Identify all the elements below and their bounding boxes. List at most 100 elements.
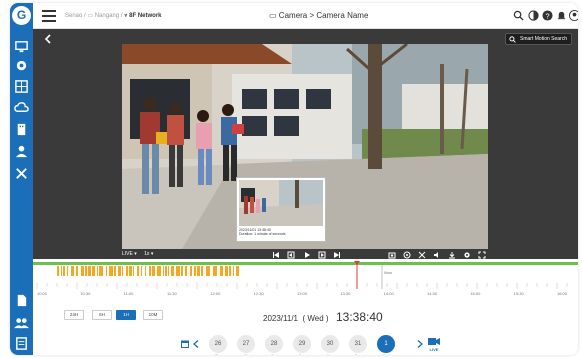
range-button-10m[interactable]: 10M (143, 310, 163, 320)
breadcrumb-separator: / (84, 13, 86, 19)
report-icon[interactable] (14, 336, 29, 351)
date-item[interactable]: 1 (377, 335, 395, 353)
date-item[interactable]: 29 (293, 335, 311, 353)
date-item[interactable]: 28 (265, 335, 283, 353)
breadcrumb-folder[interactable]: Nangang (95, 13, 119, 19)
smart-motion-search-button[interactable]: Smart Motion Search (505, 33, 572, 45)
recording-timeline[interactable]: Now 10:00 10:30 11:00 11:30 12:00 12:30 13:00 1… (33, 259, 578, 301)
document-icon[interactable] (14, 293, 29, 308)
date-weekday-label: Wed (377, 354, 395, 355)
timeline-time-label: 15:00 (470, 291, 481, 296)
event-preview-popup[interactable]: 2023/11/01 13:38:40 Duration: 1 minute o… (236, 177, 326, 242)
account-icon[interactable] (569, 10, 578, 21)
theme-toggle-icon[interactable] (528, 10, 539, 21)
recording-segment (168, 266, 169, 276)
recording-segment (206, 266, 210, 276)
recording-segment (137, 266, 139, 276)
recording-segment (171, 266, 174, 276)
title-section: Camera (278, 11, 308, 20)
grid-view-icon[interactable] (14, 79, 29, 94)
fullscreen-icon[interactable] (478, 251, 486, 259)
app-logo[interactable]: G (12, 6, 31, 25)
menu-icon[interactable] (42, 10, 56, 22)
recording-segment (57, 266, 59, 276)
timeline-time-label: 10:30 (80, 291, 91, 296)
network-icon: ⩔ (124, 13, 128, 19)
timeline-time-label: 12:00 (210, 291, 221, 296)
date-item[interactable]: 31 (349, 335, 367, 353)
recording-segment (236, 266, 239, 276)
cloud-icon[interactable] (14, 100, 29, 115)
recording-segment (67, 266, 68, 276)
page-title: ▭ Camera > Camera Name (269, 11, 368, 20)
recording-segment (163, 266, 164, 276)
monitor-icon[interactable] (14, 39, 29, 54)
live-dropdown[interactable]: LIVE ▾ 1x ▾ (122, 251, 153, 257)
skip-back-icon[interactable] (272, 251, 280, 259)
recording-segment (85, 266, 87, 276)
range-button-24h[interactable]: 24H (64, 310, 84, 320)
live-button[interactable]: LIVE (428, 337, 440, 352)
recording-segment (97, 266, 98, 276)
recording-segment (229, 266, 231, 276)
date-weekday-label: Fri (237, 354, 255, 355)
search-icon[interactable] (513, 10, 524, 21)
date-picker-strip: 26Thu 27Fri 28Sat 29Sun 30Mon 31Tue 1Wed (191, 335, 451, 355)
snapshot-camera-icon[interactable] (388, 251, 396, 259)
recording-segment (149, 266, 151, 276)
sidebar: G (10, 3, 33, 355)
user-icon[interactable] (14, 144, 29, 159)
timeline-track[interactable] (33, 259, 578, 289)
settings-gear-icon[interactable] (463, 251, 471, 259)
timeline-time-label: 13:30 (340, 291, 351, 296)
volume-icon[interactable] (433, 251, 441, 259)
download-icon[interactable] (448, 251, 456, 259)
recording-segment (190, 266, 192, 276)
recording-segment (63, 266, 65, 276)
calendar-icon[interactable] (181, 340, 189, 348)
skip-forward-icon[interactable] (333, 251, 341, 259)
timeline-time-label: 10:00 (37, 291, 48, 296)
range-button-1h[interactable]: 1H (116, 310, 136, 320)
breadcrumb-site[interactable]: Senao (65, 13, 82, 19)
chevron-right-icon[interactable] (417, 340, 423, 348)
back-arrow-icon[interactable] (43, 34, 53, 44)
recording-segment (109, 266, 113, 276)
play-icon[interactable] (303, 251, 311, 259)
recording-segment (122, 266, 123, 276)
gear-icon[interactable] (14, 58, 29, 73)
video-viewer: Smart Motion Search 2023/11/01 13:38:40 … (33, 29, 578, 259)
recording-segment (88, 266, 91, 276)
breadcrumb-separator: / (120, 13, 123, 19)
recording-segment (213, 266, 217, 276)
date-item[interactable]: 27 (237, 335, 255, 353)
recording-segment (76, 266, 78, 276)
users-group-icon[interactable] (14, 315, 29, 330)
recording-segment (220, 266, 223, 276)
range-button-6h[interactable]: 6H (92, 310, 112, 320)
step-back-icon[interactable] (287, 251, 295, 259)
speed-dropdown[interactable]: 1x ▾ (144, 251, 153, 257)
speed-label: 1x (144, 251, 150, 257)
tools-icon[interactable] (14, 166, 29, 181)
folder-icon: ▭ (87, 13, 94, 19)
bell-icon[interactable] (556, 10, 567, 21)
recording-segment (185, 266, 187, 276)
help-icon[interactable]: ? (542, 10, 553, 21)
recording-segment (61, 266, 62, 276)
timeline-time-label: 13:00 (297, 291, 308, 296)
timeline-time-label: 11:00 (123, 291, 134, 296)
recording-segment (71, 266, 74, 276)
building-icon[interactable] (14, 122, 29, 137)
step-forward-icon[interactable] (318, 251, 326, 259)
date-item[interactable]: 26 (209, 335, 227, 353)
svg-text:?: ? (545, 11, 549, 20)
recording-segment (133, 266, 134, 276)
date-item[interactable]: 30 (321, 335, 339, 353)
fisheye-icon[interactable] (403, 251, 411, 259)
scissors-icon[interactable] (418, 251, 426, 259)
current-date: 2023/11/1 (263, 314, 298, 323)
event-duration: Duration: 1 minute of seconds (239, 232, 286, 236)
recording-segment (81, 266, 84, 276)
date-weekday-label: Tue (349, 354, 367, 355)
